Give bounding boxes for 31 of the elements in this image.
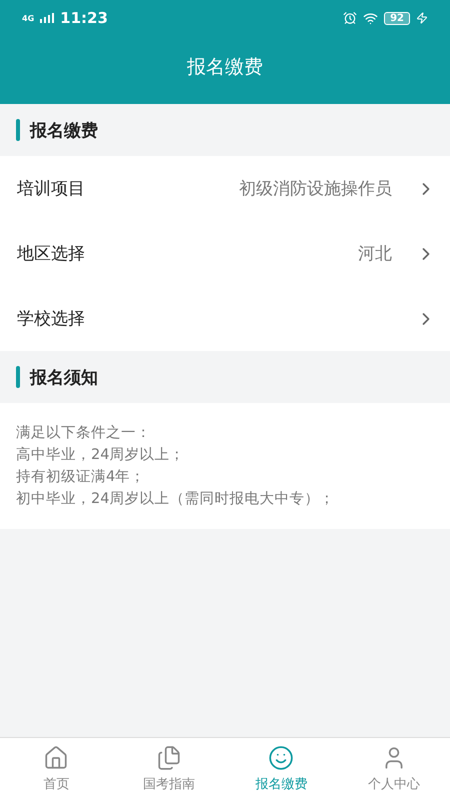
page-title: 报名缴费 (187, 55, 263, 80)
alarm-icon (343, 11, 358, 25)
row-value: 初级消防设施操作员 (239, 178, 392, 200)
notes-line: 满足以下条件之一： (16, 424, 152, 443)
section-marker (16, 366, 20, 388)
charging-icon (416, 12, 428, 24)
notes-line: 初中毕业，24周岁以上（需同时报电大中专）； (16, 490, 336, 509)
network-label: 4G (22, 14, 34, 22)
tab-item[interactable]: 国考指南 (112, 738, 225, 800)
house-icon (43, 745, 70, 771)
signal-icon (40, 13, 54, 23)
section-title: 报名须知 (30, 366, 98, 388)
section-marker (16, 119, 20, 141)
tab-item[interactable]: 首页 (0, 738, 112, 800)
row-label: 学校选择 (17, 308, 85, 330)
row-label: 培训项目 (17, 178, 85, 200)
status-time: 11:23 (60, 9, 108, 27)
tab-item[interactable]: 个人中心 (338, 738, 450, 800)
row-value: 河北 (358, 243, 392, 265)
section-title: 报名缴费 (30, 120, 98, 142)
notes-line: 高中毕业，24周岁以上； (16, 446, 186, 465)
selection-row[interactable]: 学校选择 (0, 286, 450, 351)
row-label: 地区选择 (17, 243, 85, 265)
smile-icon (268, 745, 294, 771)
notes-line: 持有初级证满4年； (16, 468, 146, 487)
wifi-icon (363, 10, 378, 26)
selection-row[interactable]: 地区选择 河北 (0, 221, 450, 286)
battery-level: 92 (384, 12, 410, 24)
tab-item[interactable]: 报名缴费 (225, 738, 338, 800)
selection-row[interactable]: 培训项目 初级消防设施操作员 (0, 156, 450, 221)
document-icon (156, 745, 182, 771)
